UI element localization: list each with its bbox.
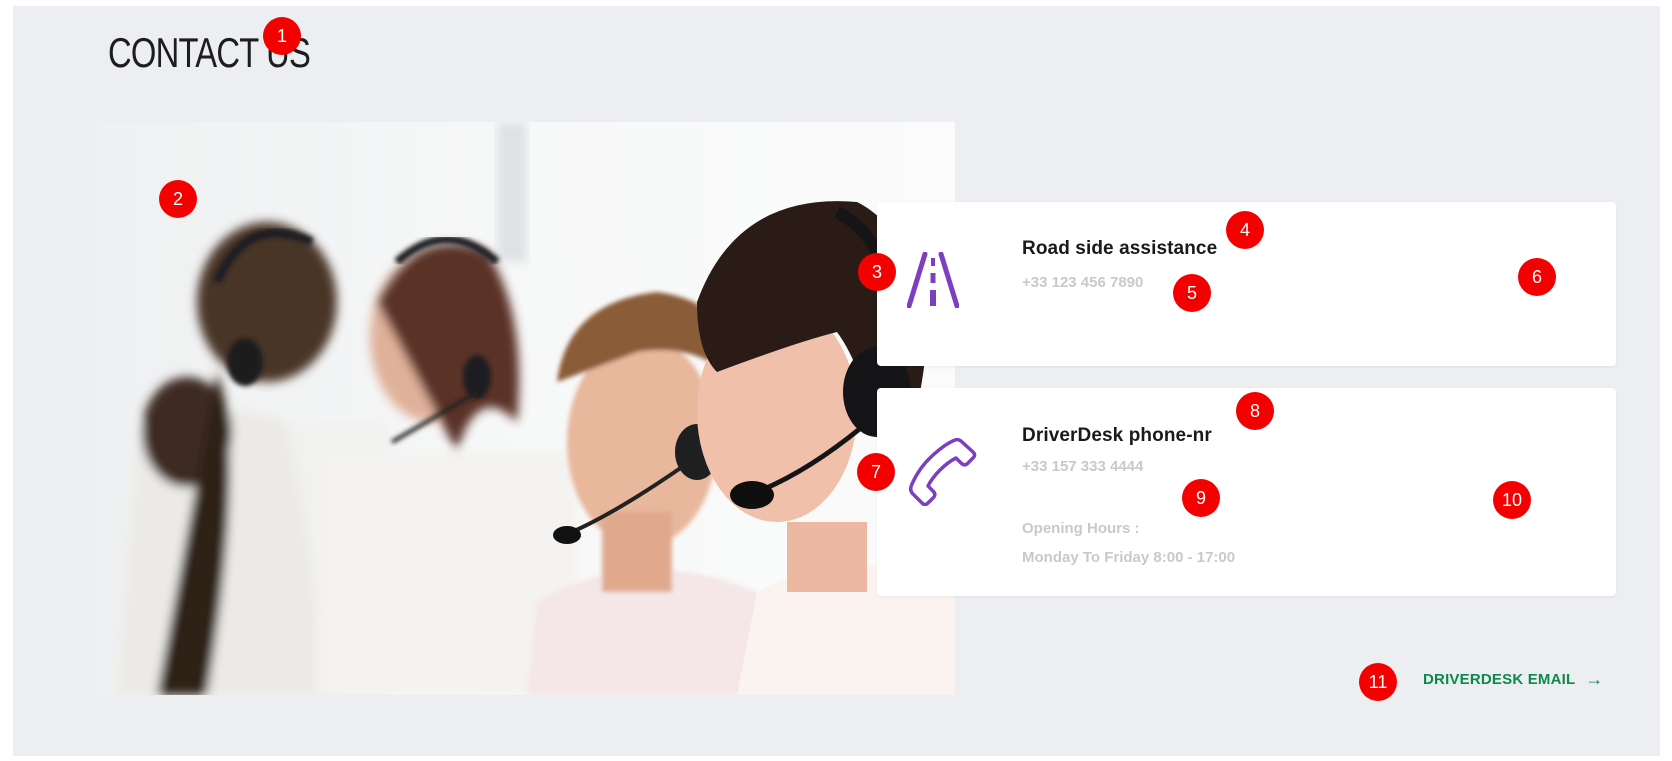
opening-hours: Opening Hours : Monday To Friday 8:00 - … <box>1022 514 1235 572</box>
driverdesk-email-link[interactable]: DRIVERDESK EMAIL → <box>1423 670 1604 688</box>
marker-8: 8 <box>1236 392 1274 430</box>
marker-2: 2 <box>159 180 197 218</box>
driverdesk-phone[interactable]: +33 157 333 4444 <box>1022 458 1143 475</box>
opening-hours-label: Opening Hours : <box>1022 520 1140 537</box>
arrow-right-icon: → <box>1585 669 1604 689</box>
road-assistance-phone[interactable]: +33 123 456 7890 <box>1022 274 1143 291</box>
marker-9: 9 <box>1182 479 1220 517</box>
marker-7: 7 <box>857 453 895 491</box>
call-center-photo <box>97 122 955 695</box>
driverdesk-title: DriverDesk phone-nr <box>1022 425 1212 446</box>
marker-11: 11 <box>1359 663 1397 701</box>
marker-4: 4 <box>1226 211 1264 249</box>
phone-icon <box>907 436 977 511</box>
marker-10: 10 <box>1493 481 1531 519</box>
opening-hours-value: Monday To Friday 8:00 - 17:00 <box>1022 549 1236 566</box>
contact-photo <box>97 122 955 695</box>
marker-1: 1 <box>263 17 301 55</box>
marker-3: 3 <box>858 253 896 291</box>
road-assistance-title: Road side assistance <box>1022 238 1218 259</box>
driverdesk-email-label: DRIVERDESK EMAIL <box>1423 670 1576 688</box>
marker-5: 5 <box>1173 274 1211 312</box>
marker-6: 6 <box>1518 258 1556 296</box>
road-icon <box>906 251 960 313</box>
